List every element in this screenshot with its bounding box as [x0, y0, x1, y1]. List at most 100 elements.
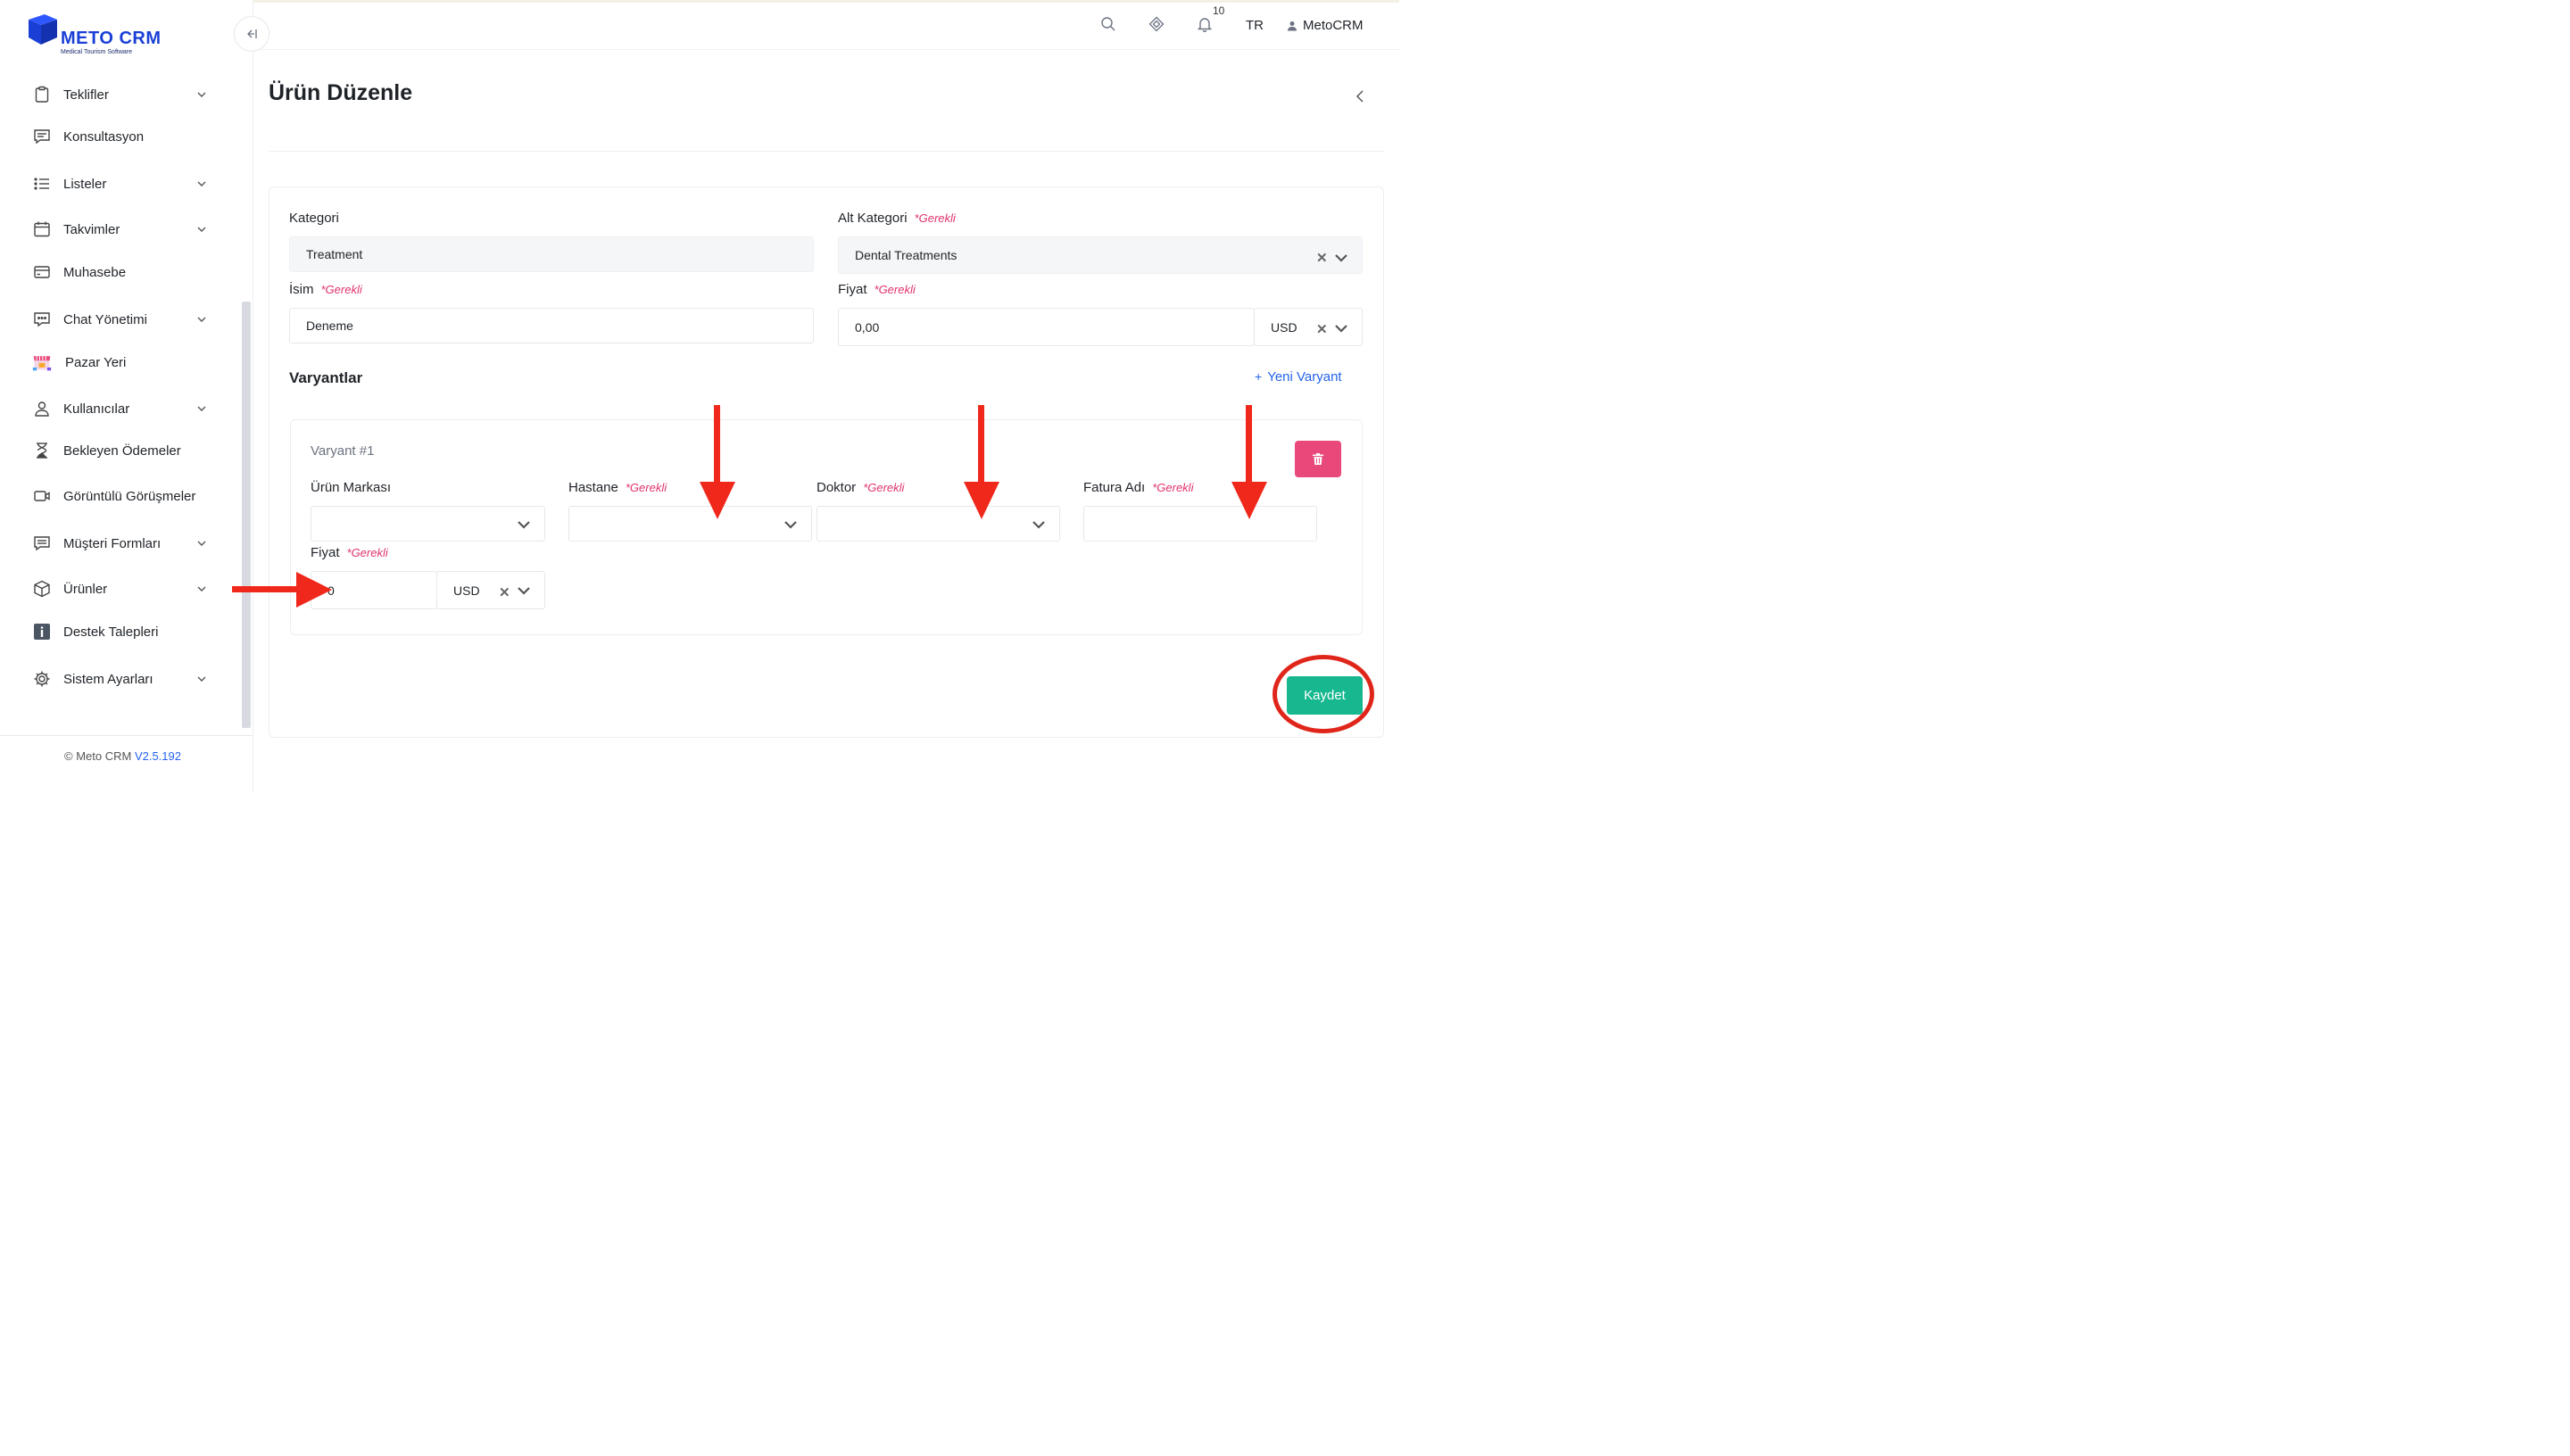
chevron-down-icon[interactable] — [517, 519, 531, 530]
required-indicator: *Gerekli — [320, 283, 362, 296]
logo[interactable]: METO CRM Medical Tourism Software — [27, 11, 178, 57]
price-input[interactable]: 0,00 — [838, 308, 1255, 346]
sidebar-item-takvimler[interactable]: Takvimler — [32, 217, 211, 242]
chevron-left-icon[interactable] — [1355, 89, 1365, 103]
chevron-down-icon — [197, 541, 206, 546]
required-indicator: *Gerekli — [874, 283, 916, 296]
title-divider — [269, 151, 1383, 152]
chevron-down-icon[interactable] — [517, 585, 531, 596]
sidebar-item-sistem-ayarlari[interactable]: Sistem Ayarları — [32, 666, 211, 691]
sidebar: METO CRM Medical Tourism Software Teklif… — [0, 0, 253, 792]
sidebar-item-konsultasyon[interactable]: Konsultasyon — [32, 124, 211, 149]
user-menu[interactable]: MetoCRM — [1287, 18, 1364, 33]
gear-icon — [32, 669, 52, 689]
sidebar-item-listeler[interactable]: Listeler — [32, 171, 211, 196]
collapse-left-icon — [247, 29, 257, 38]
brand-label: Ürün Markası — [311, 480, 392, 495]
diamond-grid-icon[interactable] — [1148, 16, 1165, 32]
user-icon — [32, 399, 52, 418]
sidebar-item-musteri-formlari[interactable]: Müşteri Formları — [32, 531, 211, 556]
sidebar-item-label: Sistem Ayarları — [63, 671, 153, 687]
version-text: V2.5.192 — [134, 749, 181, 763]
message-square-icon — [32, 127, 52, 146]
name-label: İsim *Gerekli — [289, 282, 362, 297]
copyright-text: © Meto CRM — [64, 749, 132, 763]
save-button[interactable]: Kaydet — [1287, 676, 1363, 715]
sidebar-item-chat-yonetimi[interactable]: Chat Yönetimi — [32, 307, 211, 332]
name-input[interactable]: Deneme — [289, 308, 814, 343]
sub-category-select[interactable]: Dental Treatments — [838, 236, 1363, 274]
doctor-label: Doktor *Gerekli — [817, 480, 905, 495]
required-indicator: *Gerekli — [863, 481, 905, 494]
box-icon — [32, 579, 52, 599]
sidebar-item-urunler[interactable]: Ürünler — [32, 576, 211, 601]
trash-icon — [1313, 453, 1323, 465]
notification-count: 10 — [1213, 4, 1225, 17]
list-icon — [32, 174, 52, 194]
brand-tagline: Medical Tourism Software — [61, 49, 133, 55]
sidebar-item-label: Teklifler — [63, 87, 109, 103]
hospital-label: Hastane *Gerekli — [568, 480, 667, 495]
sidebar-item-destek-talepleri[interactable]: Destek Talepleri — [32, 619, 211, 644]
chevron-down-icon[interactable] — [1032, 519, 1046, 530]
credit-card-icon — [32, 262, 52, 282]
sidebar-item-pazar-yeri[interactable]: Pazar Yeri — [32, 350, 211, 375]
name-value: Deneme — [306, 318, 353, 333]
hospital-select[interactable] — [568, 506, 812, 542]
brand-name: METO CRM — [61, 29, 162, 48]
chevron-down-icon — [197, 92, 206, 97]
clear-icon[interactable]: ✕ — [1316, 321, 1328, 337]
variant-price-input[interactable]: 0 — [311, 571, 437, 609]
sidebar-copyright: © Meto CRM V2.5.192 — [64, 749, 181, 763]
required-indicator: *Gerekli — [914, 211, 956, 225]
delete-variant-button[interactable] — [1295, 441, 1341, 477]
storefront-icon — [32, 352, 52, 372]
sidebar-item-label: Chat Yönetimi — [63, 311, 147, 327]
user-name: MetoCRM — [1303, 18, 1364, 33]
sidebar-item-label: Müşteri Formları — [63, 535, 162, 551]
new-variant-button[interactable]: + Yeni Varyant — [1255, 369, 1342, 385]
language-selector[interactable]: TR — [1246, 18, 1264, 33]
sidebar-item-label: Destek Talepleri — [63, 624, 159, 640]
sidebar-item-muhasebe[interactable]: Muhasebe — [32, 260, 211, 285]
new-variant-label: Yeni Varyant — [1267, 369, 1342, 385]
clipboard-icon — [32, 85, 52, 104]
sidebar-item-label: Konsultasyon — [63, 128, 145, 145]
chevron-down-icon[interactable] — [1334, 323, 1348, 334]
brand-select[interactable] — [311, 506, 545, 542]
user-icon — [1288, 21, 1297, 30]
sidebar-item-label: Takvimler — [63, 221, 120, 237]
chevron-down-icon[interactable] — [783, 519, 798, 530]
calendar-icon — [32, 219, 52, 239]
required-indicator: *Gerekli — [346, 546, 388, 559]
category-field: Treatment — [289, 236, 814, 272]
sidebar-item-label: Muhasebe — [63, 264, 127, 280]
chevron-down-icon[interactable] — [1334, 252, 1348, 263]
page-title: Ürün Düzenle — [269, 80, 413, 105]
clear-icon[interactable]: ✕ — [499, 584, 510, 600]
sidebar-item-teklifler[interactable]: Teklifler — [32, 82, 211, 107]
sub-category-value: Dental Treatments — [855, 248, 958, 262]
collapse-sidebar-button[interactable] — [234, 16, 269, 52]
chat-bubble-icon — [32, 310, 52, 329]
clear-icon[interactable]: ✕ — [1316, 250, 1328, 266]
invoice-name-label: Fatura Adı *Gerekli — [1083, 480, 1194, 495]
required-indicator: *Gerekli — [625, 481, 667, 494]
hourglass-icon — [32, 441, 52, 460]
variant-price-label: Fiyat *Gerekli — [311, 545, 388, 560]
sidebar-item-goruntulu-gorusmeler[interactable]: Görüntülü Görüşmeler — [32, 484, 211, 509]
sidebar-item-label: Görüntülü Görüşmeler — [63, 488, 196, 504]
sidebar-item-label: Bekleyen Ödemeler — [63, 443, 181, 459]
sidebar-item-kullanicilar[interactable]: Kullanıcılar — [32, 396, 211, 421]
bell-icon[interactable] — [1197, 16, 1213, 32]
sidebar-item-bekleyen-odemeler[interactable]: Bekleyen Ödemeler — [32, 438, 211, 463]
doctor-select[interactable] — [817, 506, 1060, 542]
search-icon[interactable] — [1100, 16, 1116, 32]
invoice-name-input[interactable] — [1083, 506, 1317, 542]
sidebar-item-label: Ürünler — [63, 581, 108, 597]
sidebar-scrollbar[interactable] — [242, 302, 251, 728]
info-icon — [32, 622, 52, 641]
chevron-down-icon — [197, 676, 206, 682]
chevron-down-icon — [197, 227, 206, 232]
chevron-down-icon — [197, 586, 206, 592]
